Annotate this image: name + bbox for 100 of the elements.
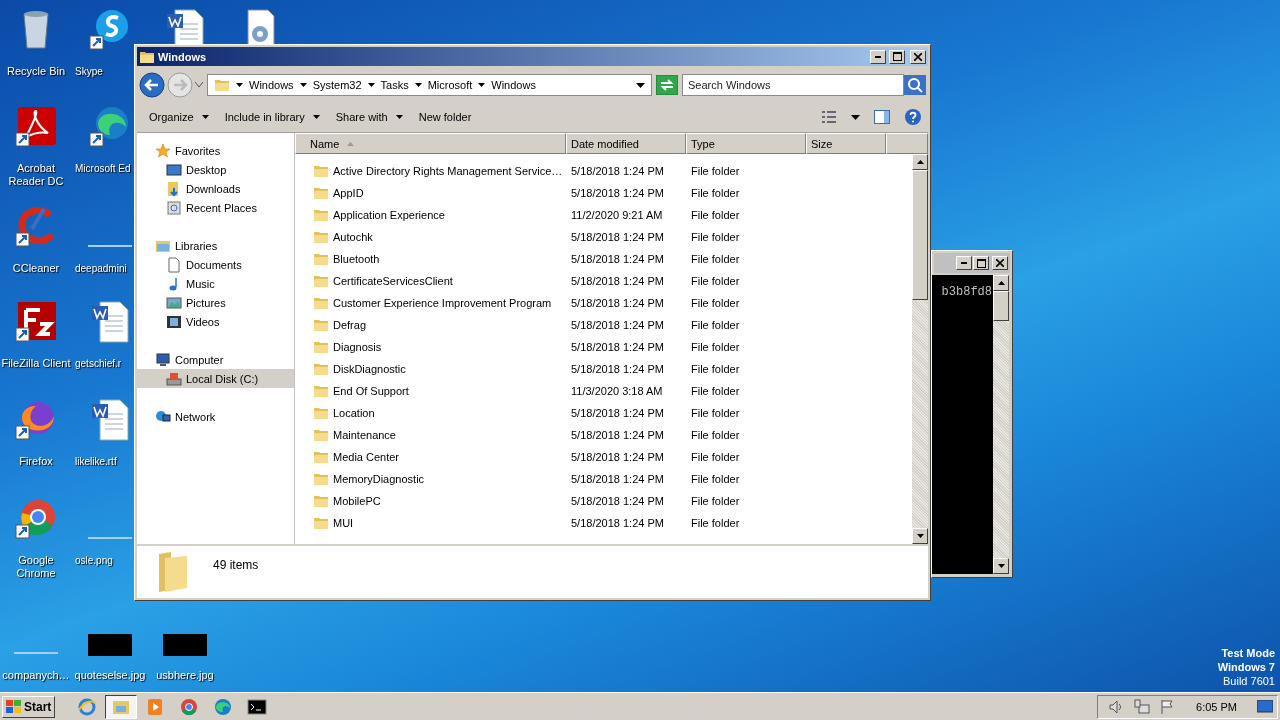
nav-item[interactable]: Recent Places xyxy=(137,198,294,217)
maximize-icon xyxy=(976,258,986,268)
icon-label[interactable]: Acrobat Reader DC xyxy=(0,162,74,188)
search-icon[interactable] xyxy=(904,75,926,95)
network-icon[interactable] xyxy=(1134,698,1151,715)
caret-icon[interactable] xyxy=(851,114,860,120)
scrollbar[interactable] xyxy=(912,154,928,544)
minimize-button[interactable] xyxy=(870,49,886,64)
scrollbar-thumb[interactable] xyxy=(993,291,1009,321)
table-cell-text: 11/2/2020 9:21 AM xyxy=(570,209,664,221)
clock[interactable]: 6:05 PM xyxy=(1196,700,1237,713)
icon-label[interactable]: likelike.rtf xyxy=(75,455,117,468)
caret-icon[interactable] xyxy=(478,83,486,87)
file-name[interactable]: Customer Experience Improvement Program xyxy=(333,297,552,309)
table-cell-text: 5/18/2018 1:24 PM xyxy=(570,495,665,507)
icon-label[interactable]: FileZilla Client xyxy=(1,357,71,370)
close-button[interactable] xyxy=(910,49,926,64)
view-list-icon[interactable] xyxy=(821,110,837,124)
breadcrumb[interactable]: Tasks xyxy=(380,79,409,91)
file-name[interactable]: Media Center xyxy=(333,451,400,463)
os-notice-text: Build 7601 xyxy=(1223,674,1275,688)
folder-icon xyxy=(313,318,329,332)
preview-pane-icon[interactable] xyxy=(874,110,890,124)
icon-label[interactable]: Firefox xyxy=(19,455,53,468)
nav-item[interactable]: Downloads xyxy=(137,179,294,198)
toolbar-button[interactable]: Share with xyxy=(329,108,409,126)
nav-item[interactable]: Favorites xyxy=(137,141,294,160)
item-count: 49 items xyxy=(213,558,259,572)
file-name[interactable]: Diagnosis xyxy=(333,341,382,353)
minimize-button[interactable] xyxy=(956,256,972,270)
breadcrumb[interactable]: Windows xyxy=(491,79,536,91)
thumbnail-icon xyxy=(163,634,207,656)
file-name[interactable]: Active Directory Rights Management Service… xyxy=(333,165,563,177)
icon-label[interactable]: getschief.r xyxy=(75,357,122,370)
file-name[interactable]: Location xyxy=(333,407,375,419)
nav-item[interactable]: Desktop xyxy=(137,160,294,179)
breadcrumb[interactable]: Microsoft xyxy=(427,79,473,91)
file-name[interactable]: Defrag xyxy=(333,319,367,331)
nav-item[interactable]: Computer xyxy=(137,350,294,369)
nav-item[interactable]: Pictures xyxy=(137,293,294,312)
caret-icon[interactable] xyxy=(414,83,422,87)
toolbar-button[interactable]: Organize xyxy=(143,108,215,126)
scrollbar[interactable] xyxy=(993,275,1009,574)
file-name[interactable]: CertificateServicesClient xyxy=(333,275,453,287)
column-header[interactable]: Name xyxy=(295,133,566,154)
icon-label[interactable]: CCleaner xyxy=(12,262,60,275)
folder-icon xyxy=(313,252,329,266)
address-bar[interactable]: Windows System32 Tasks Microsoft Windows xyxy=(207,74,652,96)
file-name[interactable]: Application Experience xyxy=(333,209,445,221)
scrollbar-thumb[interactable] xyxy=(912,170,928,300)
file-name[interactable]: DiskDiagnostic xyxy=(333,363,406,375)
file-name[interactable]: Maintenance xyxy=(333,429,396,441)
table-cell-text: File folder xyxy=(690,363,741,375)
show-desktop-icon[interactable] xyxy=(1257,699,1273,714)
caret-icon[interactable] xyxy=(367,83,375,87)
caret-icon[interactable] xyxy=(236,83,243,87)
help-icon[interactable] xyxy=(904,108,922,126)
maximize-button[interactable] xyxy=(973,256,989,270)
icon-label[interactable]: deepadmini xyxy=(75,262,127,275)
nav-item[interactable]: Network xyxy=(137,407,294,426)
toolbar-button[interactable]: New folder xyxy=(412,108,478,126)
nav-item[interactable]: Documents xyxy=(137,255,294,274)
column-header[interactable]: Type xyxy=(686,133,806,154)
nav-item[interactable]: Videos xyxy=(137,312,294,331)
file-name[interactable]: End Of Support xyxy=(333,385,409,397)
file-name[interactable]: AppID xyxy=(333,187,364,199)
file-name[interactable]: MobilePC xyxy=(333,495,381,507)
search-field[interactable]: Search Windows xyxy=(682,74,904,96)
table-cell-text: 5/18/2018 1:24 PM xyxy=(570,473,665,485)
refresh-icon[interactable] xyxy=(656,75,678,95)
caret-icon[interactable] xyxy=(636,82,645,88)
table-cell-text: File folder xyxy=(690,495,741,507)
start-button[interactable]: Start xyxy=(2,695,56,718)
icon-label[interactable]: Microsoft Ed xyxy=(75,162,131,175)
column-header[interactable]: Date modified xyxy=(566,133,686,154)
icon-label[interactable]: Skype xyxy=(75,65,103,78)
table-cell-text: File folder xyxy=(690,341,741,353)
breadcrumb[interactable]: System32 xyxy=(312,79,362,91)
icon-label[interactable]: Recycle Bin xyxy=(6,65,66,78)
folder-icon xyxy=(313,494,329,508)
table-cell-text: File folder xyxy=(690,187,741,199)
window-title: Windows xyxy=(158,50,208,63)
column-header[interactable]: Size xyxy=(806,133,886,154)
taskbar-app[interactable] xyxy=(105,694,138,719)
toolbar-button[interactable]: Include in library xyxy=(218,108,326,126)
clock-icon xyxy=(166,199,182,216)
file-name[interactable]: Autochk xyxy=(333,231,373,243)
nav-item[interactable]: Music xyxy=(137,274,294,293)
breadcrumb[interactable]: Windows xyxy=(249,79,294,91)
file-name[interactable]: MUI xyxy=(333,517,354,529)
close-button[interactable] xyxy=(992,256,1008,270)
file-name[interactable]: MemoryDiagnostic xyxy=(333,473,425,485)
file-name[interactable]: Bluetooth xyxy=(333,253,380,265)
caret-icon[interactable] xyxy=(299,83,307,87)
monitor-icon xyxy=(166,161,182,178)
maximize-button[interactable] xyxy=(889,49,905,64)
nav-item[interactable]: Libraries xyxy=(137,236,294,255)
folder-icon xyxy=(313,362,329,376)
back-icon[interactable] xyxy=(139,72,165,98)
nav-item[interactable]: Local Disk (C:) xyxy=(137,369,294,388)
